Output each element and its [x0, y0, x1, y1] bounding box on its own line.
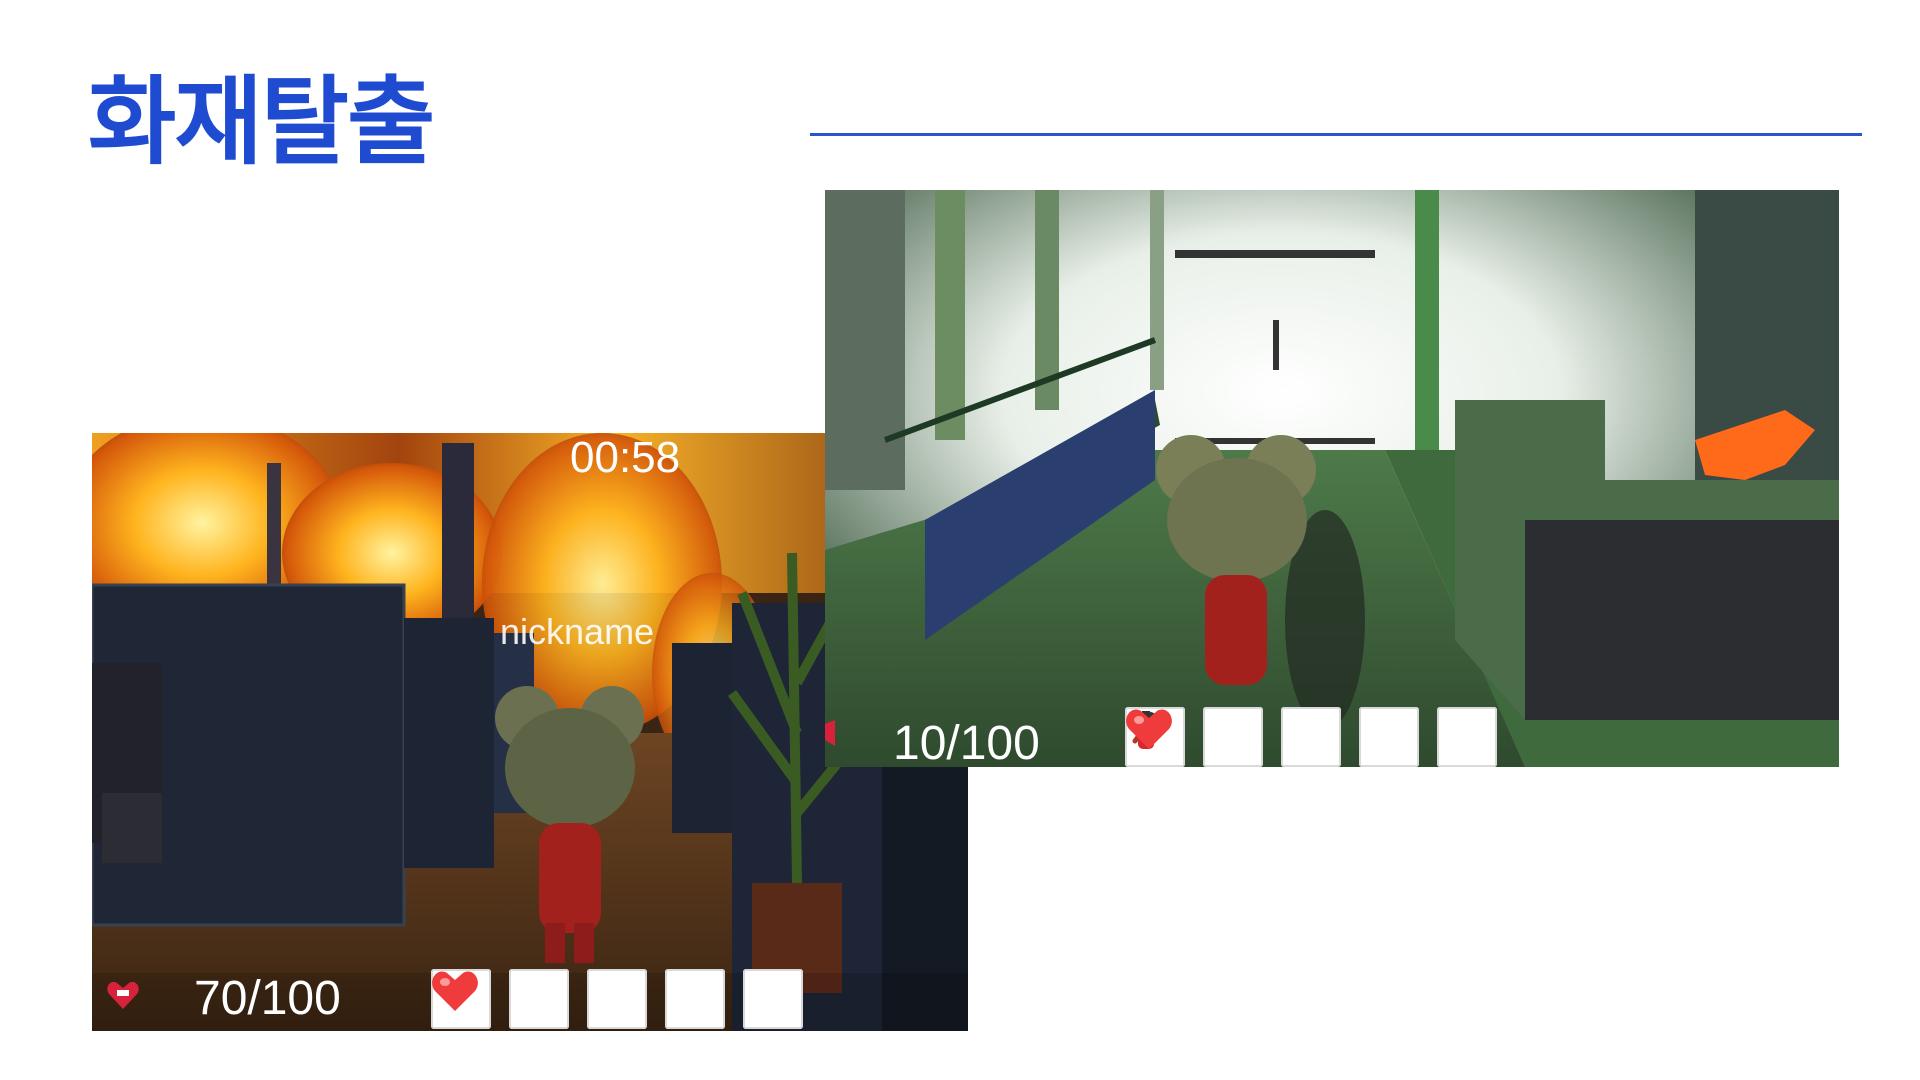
title-divider [810, 133, 1862, 136]
heart-icon [432, 971, 478, 1011]
player-nickname: nickname [500, 611, 655, 652]
inventory-slot-3[interactable] [1281, 707, 1341, 767]
inventory-bar [431, 969, 803, 1029]
smoke-lobby-scene [825, 190, 1839, 767]
health-heart-icon [825, 720, 835, 746]
health-counter: 70/100 [194, 972, 341, 1025]
heart-icon [1126, 709, 1172, 749]
inventory-slot-2[interactable] [1138, 707, 1263, 767]
game-screenshot-smoke-lobby: 10/100 [825, 190, 1839, 767]
slide-title: 화재탈출 [88, 66, 435, 178]
health-counter: 10/100 [893, 717, 1040, 767]
health-heart-icon [107, 981, 139, 1009]
inventory-slot-4[interactable] [1126, 707, 1419, 767]
inventory-slot-2[interactable] [509, 969, 569, 1029]
inventory-bar [1125, 707, 1497, 767]
timer-label: 00:58 [570, 433, 681, 482]
inventory-slot-5[interactable] [1437, 707, 1497, 767]
inventory-slot-5[interactable] [743, 969, 803, 1029]
inventory-slot-4[interactable] [432, 969, 725, 1029]
inventory-slot-3[interactable] [587, 969, 647, 1029]
